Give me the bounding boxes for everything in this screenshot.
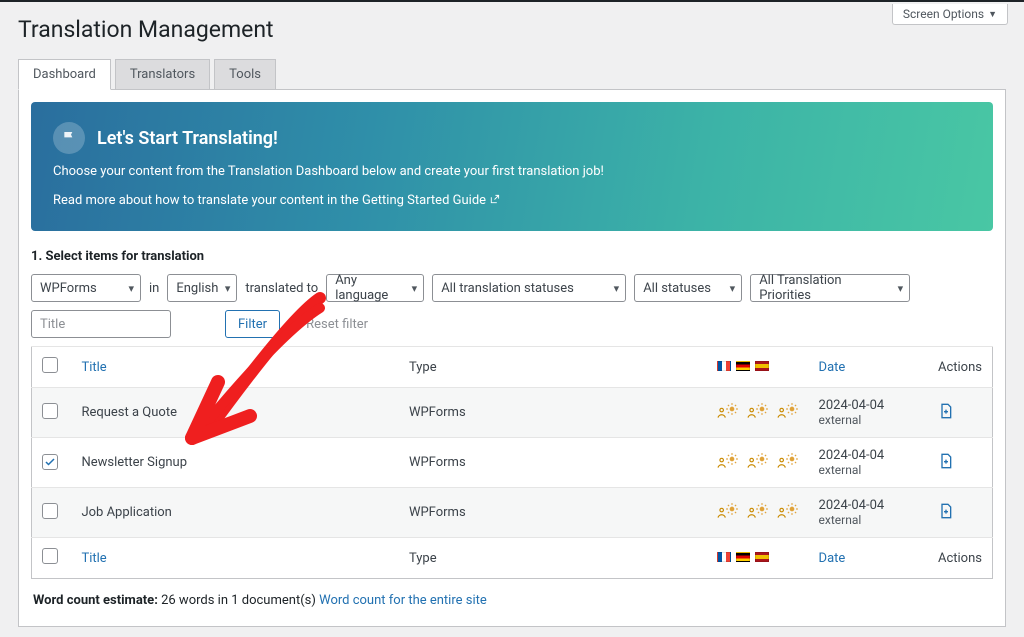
flag-es-icon [755,361,769,371]
footer-actions: Actions [938,551,982,566]
needs-translation-icon[interactable] [717,506,739,520]
chevron-down-icon: ▾ [730,282,736,295]
row-date-sub: external [819,513,918,527]
target-language-select[interactable]: Any language▾ [326,274,424,302]
tab-tools[interactable]: Tools [214,59,276,90]
reset-filter-link[interactable]: ✕ Reset filter [292,317,368,332]
content-type-select[interactable]: WPForms▾ [31,274,141,302]
needs-translation-icon[interactable] [717,456,739,470]
table-row: Request a Quote WPForms 2024-04-04extern… [32,388,993,438]
header-actions: Actions [938,360,982,375]
row-title: Request a Quote [81,405,177,420]
chevron-down-icon: ▾ [412,282,418,295]
in-label: in [149,281,159,296]
flag-icon [53,122,85,154]
flag-es-icon [755,552,769,562]
select-all-checkbox[interactable] [42,357,58,373]
translated-to-label: translated to [245,281,318,296]
screen-options-button[interactable]: Screen Options ▼ [892,4,1008,25]
needs-translation-icon[interactable] [747,406,769,420]
needs-translation-icon[interactable] [747,506,769,520]
footer-type: Type [409,551,437,566]
tabs: Dashboard Translators Tools [18,59,1024,90]
chevron-down-icon: ▾ [614,282,620,295]
select-all-checkbox-bottom[interactable] [42,548,58,564]
row-date-sub: external [819,463,918,477]
section-1-title: 1. Select items for translation [31,249,993,264]
header-date[interactable]: Date [819,360,846,375]
title-filter-input[interactable]: Title [31,310,171,338]
row-date-sub: external [819,413,918,427]
main-panel: Let's Start Translating! Choose your con… [18,89,1006,627]
priority-select[interactable]: All Translation Priorities▾ [750,274,910,302]
chevron-down-icon: ▾ [898,282,904,295]
row-type: WPForms [409,405,466,420]
tab-translators[interactable]: Translators [115,59,210,90]
word-count-link[interactable]: Word count for the entire site [319,593,487,608]
flag-fr-icon [717,361,731,371]
flag-fr-icon [717,552,731,562]
word-count: Word count estimate: 26 words in 1 docum… [33,593,991,608]
row-title: Newsletter Signup [81,455,187,470]
footer-date[interactable]: Date [819,551,846,566]
add-to-basket-icon[interactable] [938,503,954,521]
needs-translation-icon[interactable] [747,456,769,470]
needs-translation-icon[interactable] [717,406,739,420]
row-title: Job Application [81,505,171,520]
needs-translation-icon[interactable] [777,406,799,420]
banner-line2: Read more about how to translate your co… [53,193,971,209]
screen-options-label: Screen Options [903,7,984,21]
getting-started-banner: Let's Start Translating! Choose your con… [31,102,993,231]
row-checkbox[interactable] [42,454,58,470]
page-title: Translation Management [18,16,1024,43]
filter-button[interactable]: Filter [225,310,280,338]
source-language-select[interactable]: English▾ [167,274,237,302]
flag-de-icon [736,361,750,371]
header-type: Type [409,360,437,375]
add-to-basket-icon[interactable] [938,453,954,471]
row-date: 2024-04-04 [819,398,918,413]
row-date: 2024-04-04 [819,448,918,463]
row-type: WPForms [409,455,466,470]
chevron-down-icon: ▾ [225,282,231,295]
needs-translation-icon[interactable] [777,506,799,520]
chevron-down-icon: ▼ [988,9,997,20]
getting-started-link[interactable]: Getting Started Guide [362,193,486,208]
tab-dashboard[interactable]: Dashboard [18,59,111,90]
add-to-basket-icon[interactable] [938,403,954,421]
filter-row-2: Title Filter ✕ Reset filter [31,310,993,338]
table-row: Newsletter Signup WPForms 2024-04-04exte… [32,438,993,488]
row-checkbox[interactable] [42,403,58,419]
items-table: Title Type Date Actions Request a Quote … [31,346,993,579]
banner-line1: Choose your content from the Translation… [53,164,971,179]
row-date: 2024-04-04 [819,498,918,513]
translation-status-select[interactable]: All translation statuses▾ [432,274,626,302]
header-title[interactable]: Title [81,360,106,375]
footer-title[interactable]: Title [81,551,106,566]
banner-heading: Let's Start Translating! [97,128,278,149]
status-select[interactable]: All statuses▾ [634,274,742,302]
chevron-down-icon: ▾ [128,282,134,295]
flag-de-icon [736,552,750,562]
row-checkbox[interactable] [42,503,58,519]
close-icon: ✕ [292,317,302,331]
needs-translation-icon[interactable] [777,456,799,470]
row-type: WPForms [409,505,466,520]
external-link-icon [489,194,500,209]
table-row: Job Application WPForms 2024-04-04extern… [32,488,993,538]
filter-row-1: WPForms▾ in English▾ translated to Any l… [31,274,993,302]
